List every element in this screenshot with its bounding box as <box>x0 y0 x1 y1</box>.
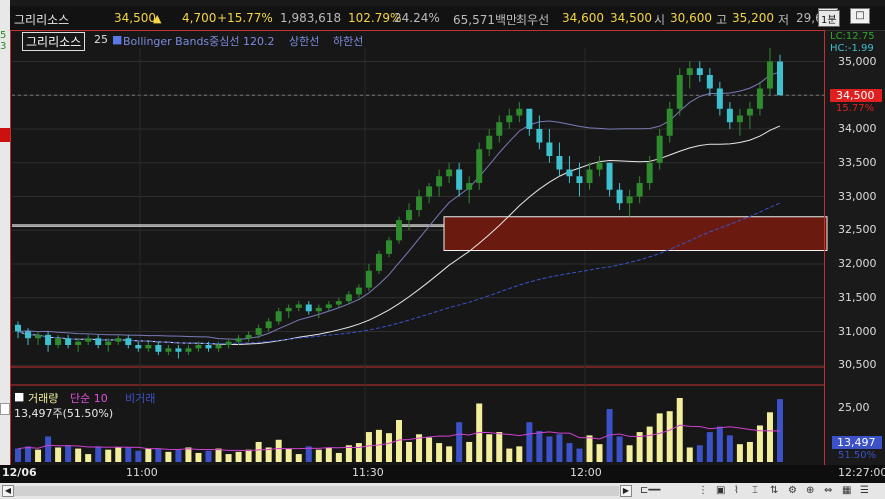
trend-icon[interactable]: ⇅ <box>770 485 778 496</box>
drag-handle-icon[interactable]: ⋮ <box>698 485 708 496</box>
scroll-left-button[interactable]: ◀ <box>2 485 14 497</box>
price-tick-label: 34,000 <box>838 122 877 135</box>
volume-legend-dot: ■ <box>14 390 25 403</box>
chart-frame <box>10 30 825 485</box>
price-legend-name[interactable]: 그리리소스 <box>22 32 86 51</box>
time-tick-1200: 12:00 <box>570 466 602 479</box>
candle-icon[interactable]: ⌶ <box>752 485 758 496</box>
bollinger-legend-dot: ■ <box>112 33 123 46</box>
current-volume-pct: 51.50% <box>838 450 877 461</box>
bollinger-upper-legend: 상한선 <box>289 35 320 48</box>
price-tick-label: 31,500 <box>838 290 877 304</box>
price-tick-label: 32,000 <box>838 257 877 270</box>
price-tick-label: 31,000 <box>838 324 877 338</box>
price-tick-label: 35,000 <box>838 54 877 68</box>
menu-icon[interactable]: ☰ <box>860 485 869 496</box>
scroll-right-button[interactable]: ▶ <box>620 485 632 497</box>
chart-line-icon[interactable]: ⌇ <box>734 485 739 496</box>
settings-gear-icon[interactable]: ⚙ <box>788 485 797 496</box>
price-tick-label: 33,000 <box>838 189 877 203</box>
bottom-toolbar: ◀ ▶ ⊏━━ ⋮ ▣ ⌇ ⌶ ⇅ ⚙ ⊕ ⇔ ▦ ☰ <box>0 483 885 499</box>
price-legend-period: 25 <box>94 33 108 46</box>
current-price-marker: 34,500 <box>830 89 882 102</box>
volume-legend-name[interactable]: 거래량 <box>28 390 58 406</box>
compare-icon[interactable]: ⇔ <box>824 485 832 496</box>
time-tick-1100: 11:00 <box>126 466 158 479</box>
time-tick-1130: 11:30 <box>352 466 384 479</box>
volume-ma-legend[interactable]: 단순 10 <box>70 390 108 406</box>
grid-icon[interactable]: ▦ <box>842 485 851 496</box>
current-volume-marker: 13,497 <box>832 436 882 449</box>
price-tick-label: 32,500 <box>838 223 877 237</box>
lc-label: LC:12.75 <box>830 31 875 42</box>
date-label: 12/06 <box>2 466 37 479</box>
current-volume-text: 13,497주(51.50%) <box>14 407 114 420</box>
bollinger-legend[interactable]: Bollinger Bands중심선 120.2 <box>123 33 275 49</box>
interval-selector[interactable]: 1분 <box>818 10 840 27</box>
zoom-slider-icon[interactable]: ⊏━━ <box>640 485 660 496</box>
price-tick-label: 33,500 <box>838 155 877 169</box>
volume-y-top: 25,00 <box>838 401 870 414</box>
bollinger-lower-legend: 하한선 <box>333 35 364 48</box>
current-pct-marker: 15.77% <box>836 103 875 114</box>
price-tick-label: 30,500 <box>838 358 877 372</box>
hc-label: HC:-1.99 <box>830 43 874 54</box>
volume-ratio-legend: 비거래 <box>125 392 156 405</box>
horizontal-scrollbar[interactable] <box>14 486 619 496</box>
zoom-in-icon[interactable]: ⊕ <box>806 485 814 496</box>
print-icon[interactable]: ▣ <box>716 485 725 496</box>
current-time-label: 12:27:00 <box>838 466 885 479</box>
